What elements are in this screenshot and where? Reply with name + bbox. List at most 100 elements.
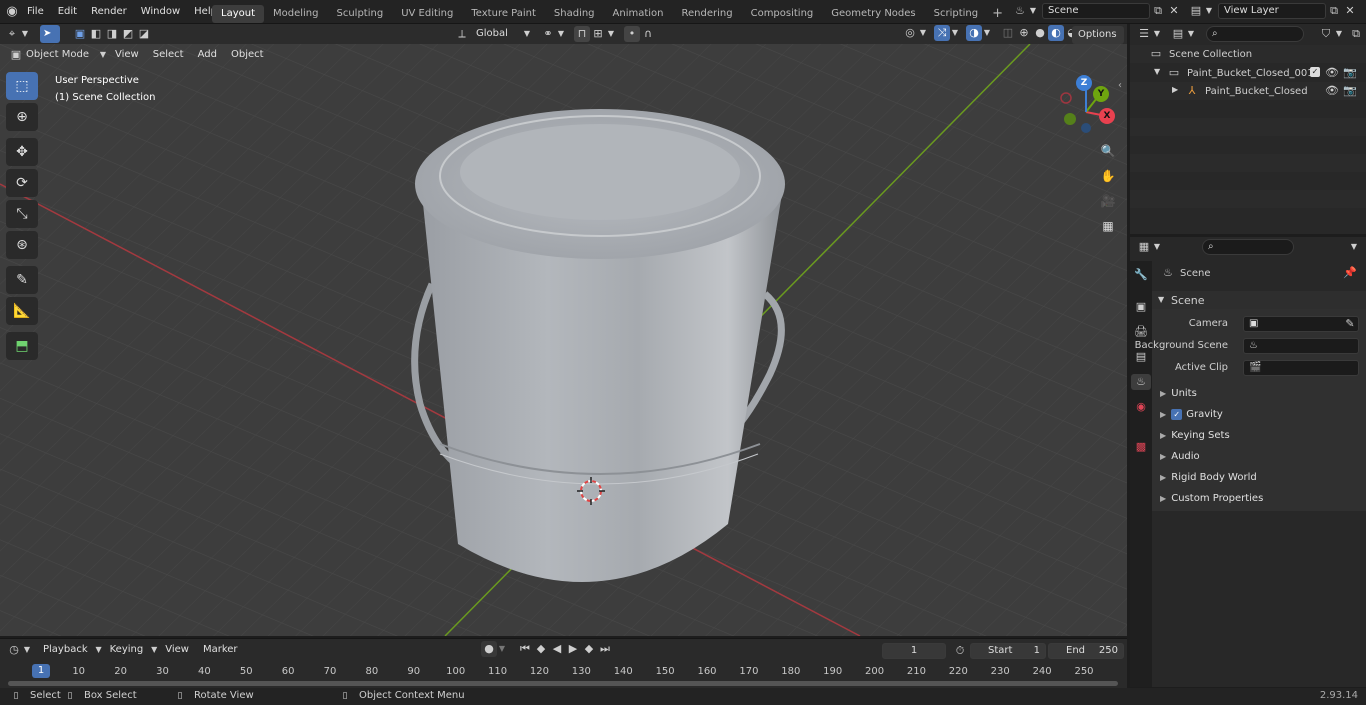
chevron-down-icon[interactable]: ▼ — [1346, 239, 1362, 255]
playhead[interactable]: 1 — [32, 664, 50, 678]
menu-marker[interactable]: Marker — [196, 641, 245, 659]
tab-uv-editing[interactable]: UV Editing — [392, 5, 462, 23]
eyedropper-icon[interactable]: ✎ — [1342, 316, 1358, 332]
play-reverse-icon[interactable]: ◀ — [549, 641, 565, 657]
outliner-row-collection[interactable]: ▼ ▭ Paint_Bucket_Closed_001 ✓ 👁 📷 — [1130, 64, 1366, 82]
active-clip-field[interactable]: 🎬 — [1243, 360, 1359, 376]
start-frame-field[interactable]: Start 1 — [970, 643, 1046, 659]
gravity-checkbox[interactable]: ✓ — [1171, 409, 1183, 420]
close-scene-icon[interactable]: ✕ — [1166, 3, 1182, 19]
gizmo-toggle-icon[interactable]: ⤨ — [934, 25, 950, 41]
camera-render-icon[interactable]: 📷 — [1342, 65, 1358, 81]
next-keyframe-icon[interactable]: ◆ — [581, 641, 597, 657]
tab-geometry-nodes[interactable]: Geometry Nodes — [822, 5, 924, 23]
view-layer-icon[interactable]: ▤ — [1188, 3, 1204, 19]
current-frame-field[interactable]: 1 — [882, 643, 946, 659]
properties-search-input[interactable]: ⌕ — [1202, 239, 1294, 255]
play-icon[interactable]: ▶ — [565, 641, 581, 657]
scene-panel-header[interactable]: ▼ Scene — [1152, 291, 1366, 309]
3d-viewport[interactable]: User Perspective (1) Scene Collection Z … — [0, 44, 1127, 636]
tab-modeling[interactable]: Modeling — [264, 5, 328, 23]
snap-icon[interactable]: ⊓ — [574, 26, 590, 42]
duplicate-scene-icon[interactable]: ⧉ — [1150, 3, 1166, 19]
menu-window[interactable]: Window — [134, 0, 187, 24]
view-layer-field[interactable]: View Layer — [1218, 3, 1326, 19]
editor-type-icon[interactable]: ⌖ — [4, 26, 20, 42]
menu-file[interactable]: File — [20, 0, 51, 24]
menu-playback[interactable]: Playback — [36, 641, 95, 659]
close-view-layer-icon[interactable]: ✕ — [1342, 3, 1358, 19]
select-box-tool-icon[interactable]: ⬚ — [6, 72, 38, 100]
outliner-row-object[interactable]: ▶ ⅄ Paint_Bucket_Closed 👁 📷 — [1130, 82, 1366, 100]
timeline-editor-icon[interactable]: ◷ — [6, 642, 22, 658]
select-invert-icon[interactable]: ◩ — [120, 26, 136, 42]
scene-icon[interactable]: ♨ — [1012, 3, 1028, 19]
filter-icon[interactable]: ⛉ — [1318, 26, 1334, 42]
select-extend-icon[interactable]: ◧ — [88, 26, 104, 42]
pin-icon[interactable]: 📌 — [1342, 265, 1358, 281]
properties-editor-icon[interactable]: ▦ — [1136, 239, 1152, 255]
sidebar-toggle-icon[interactable]: ‹ — [1118, 80, 1122, 91]
timeline-scrollbar[interactable] — [8, 681, 1118, 686]
add-cube-tool-icon[interactable]: ⬒ — [6, 332, 38, 360]
tool-tab-icon[interactable]: 🔧 — [1133, 267, 1149, 283]
eye-icon[interactable]: 👁 — [1324, 83, 1340, 99]
render-tab-icon[interactable]: ▣ — [1133, 299, 1149, 315]
record-icon[interactable]: ● — [481, 641, 497, 657]
measure-tool-icon[interactable]: 📐 — [6, 297, 38, 325]
tab-animation[interactable]: Animation — [604, 5, 673, 23]
z-axis-button[interactable]: Z — [1076, 75, 1092, 91]
navigation-gizmo[interactable]: Z Y X — [1058, 75, 1118, 136]
transform-tool-icon[interactable]: ⊛ — [6, 231, 38, 259]
select-subtract-icon[interactable]: ◨ — [104, 26, 120, 42]
section-rigid-body-world[interactable]: ▶ Rigid Body World — [1160, 469, 1257, 487]
duplicate-view-layer-icon[interactable]: ⧉ — [1326, 3, 1342, 19]
tab-texture-paint[interactable]: Texture Paint — [462, 5, 545, 23]
move-tool-icon[interactable]: ✥ — [6, 138, 38, 166]
section-custom-properties[interactable]: ▶ Custom Properties — [1160, 490, 1263, 508]
scene-name-field[interactable]: Scene — [1042, 3, 1150, 19]
x-axis-button[interactable]: X — [1099, 108, 1115, 124]
menu-object[interactable]: Object — [224, 46, 271, 64]
section-keying-sets[interactable]: ▶ Keying Sets — [1160, 427, 1230, 445]
viewport-canvas[interactable] — [0, 44, 1127, 636]
select-intersect-icon[interactable]: ◪ — [136, 26, 152, 42]
exclude-checkbox-icon[interactable]: ✓ — [1310, 67, 1320, 77]
tab-scripting[interactable]: Scripting — [925, 5, 987, 23]
visibility-selector-icon[interactable]: ◎ — [902, 25, 918, 41]
overlays-toggle-icon[interactable]: ◑ — [966, 25, 982, 41]
section-units[interactable]: ▶ Units — [1160, 385, 1197, 403]
menu-render[interactable]: Render — [84, 0, 134, 24]
rotate-tool-icon[interactable]: ⟳ — [6, 169, 38, 197]
zoom-icon[interactable]: 🔍 — [1097, 140, 1119, 162]
timer-icon[interactable]: ⏱ — [952, 643, 968, 659]
options-dropdown[interactable]: Options — [1072, 26, 1124, 44]
menu-edit[interactable]: Edit — [51, 0, 84, 24]
texture-tab-icon[interactable]: ▩ — [1133, 439, 1149, 455]
menu-select[interactable]: Select — [146, 46, 191, 64]
display-mode-icon[interactable]: ▤ — [1170, 26, 1186, 42]
camera-view-icon[interactable]: 🎥 — [1097, 190, 1119, 212]
transform-orientation-dropdown[interactable]: Global — [470, 25, 522, 43]
mode-dropdown[interactable]: Object Mode — [24, 46, 98, 64]
new-collection-icon[interactable]: ⧉ — [1348, 26, 1364, 42]
outliner-row-scene-collection[interactable]: ▭ Scene Collection — [1130, 45, 1366, 63]
solid-shading-icon[interactable]: ● — [1032, 25, 1048, 41]
output-tab-icon[interactable]: 🖨 — [1133, 324, 1149, 340]
y-axis-button[interactable]: Y — [1093, 86, 1109, 102]
material-shading-icon[interactable]: ◐ — [1048, 25, 1064, 41]
scale-tool-icon[interactable]: ⤡ — [6, 200, 38, 228]
background-scene-field[interactable]: ♨ — [1243, 338, 1359, 354]
tab-sculpting[interactable]: Sculpting — [328, 5, 393, 23]
tab-rendering[interactable]: Rendering — [673, 5, 742, 23]
outliner-editor-icon[interactable]: ☰ — [1136, 26, 1152, 42]
section-gravity[interactable]: ▶ ✓ Gravity — [1160, 406, 1223, 424]
outliner-search-input[interactable]: ⌕ — [1206, 26, 1304, 42]
world-tab-icon[interactable]: ◉ — [1133, 399, 1149, 415]
proportional-edit-icon[interactable]: • — [624, 26, 640, 42]
menu-timeline-view[interactable]: View — [158, 641, 196, 659]
falloff-icon[interactable]: ∩ — [640, 26, 656, 42]
end-frame-field[interactable]: End 250 — [1048, 643, 1124, 659]
tab-compositing[interactable]: Compositing — [742, 5, 823, 23]
cursor-tool-icon[interactable]: ⊕ — [6, 103, 38, 131]
